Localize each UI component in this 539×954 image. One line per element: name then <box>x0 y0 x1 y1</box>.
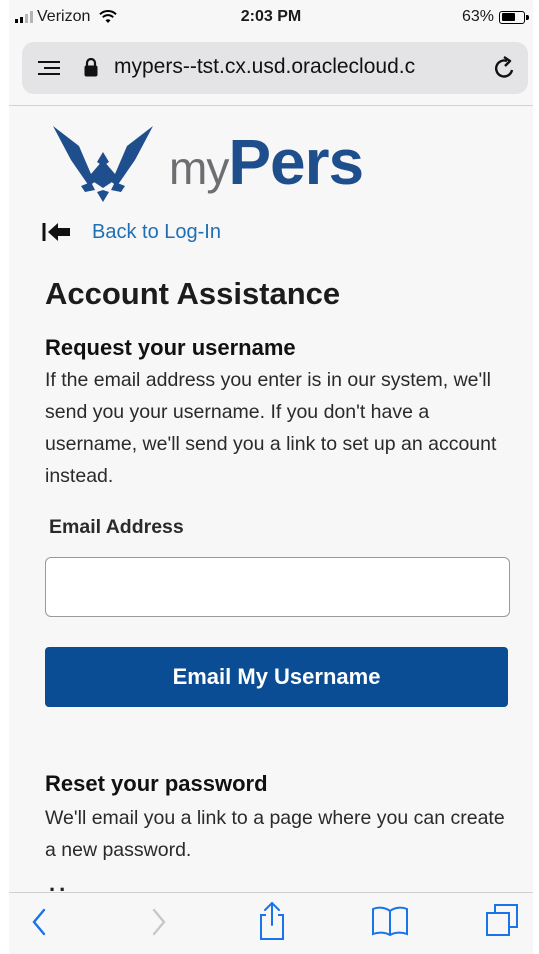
reload-icon[interactable] <box>494 56 516 80</box>
logo-wordmark: my Pers <box>169 125 364 199</box>
air-force-wings-icon <box>53 126 153 202</box>
browser-frame: Verizon 2:03 PM 63% mypers--tst.cx.usd.o… <box>0 0 539 954</box>
bookmarks-icon[interactable] <box>371 905 409 937</box>
url-text[interactable]: mypers--tst.cx.usd.oraclecloud.c <box>114 55 484 79</box>
bottom-toolbar <box>9 892 533 954</box>
back-to-login-link[interactable]: Back to Log-In <box>92 221 221 244</box>
username-section-description: If the email address you enter is in our… <box>45 369 497 487</box>
frame-edge-right <box>533 0 539 954</box>
battery-tip <box>526 14 529 20</box>
password-section-title: Reset your password <box>45 771 268 796</box>
email-label: Email Address <box>49 516 184 538</box>
frame-edge-left <box>0 0 9 954</box>
status-right: 63% <box>461 8 529 26</box>
page-title: Account Assistance <box>45 276 341 311</box>
cut-off-label: .. <box>49 871 70 892</box>
status-time: 2:03 PM <box>240 8 302 25</box>
status-bar: Verizon 2:03 PM 63% <box>9 0 533 36</box>
mypers-logo: my Pers <box>51 116 364 208</box>
email-input[interactable] <box>45 557 510 617</box>
address-bar[interactable]: mypers--tst.cx.usd.oraclecloud.c <box>22 42 528 94</box>
logo-my: my <box>169 142 229 194</box>
username-section-title: Request your username <box>45 335 296 360</box>
battery-fill <box>501 13 515 21</box>
battery-icon <box>499 10 529 24</box>
password-section-description: We'll email you a link to a page where y… <box>45 807 505 861</box>
tabs-icon[interactable] <box>485 903 519 937</box>
back-icon[interactable] <box>31 907 47 937</box>
back-arrow-icon[interactable] <box>42 220 74 244</box>
battery-percent: 63% <box>461 8 494 25</box>
reader-icon[interactable] <box>38 61 60 79</box>
forward-icon[interactable] <box>151 907 167 937</box>
lock-icon <box>84 57 98 77</box>
page-content: my Pers Back to Log-In Account Assistanc… <box>9 106 533 892</box>
logo-pers: Pers <box>228 126 364 198</box>
email-my-username-button[interactable]: Email My Username <box>45 647 508 707</box>
share-icon[interactable] <box>257 901 287 941</box>
back-to-login[interactable]: Back to Log-In <box>42 220 221 244</box>
